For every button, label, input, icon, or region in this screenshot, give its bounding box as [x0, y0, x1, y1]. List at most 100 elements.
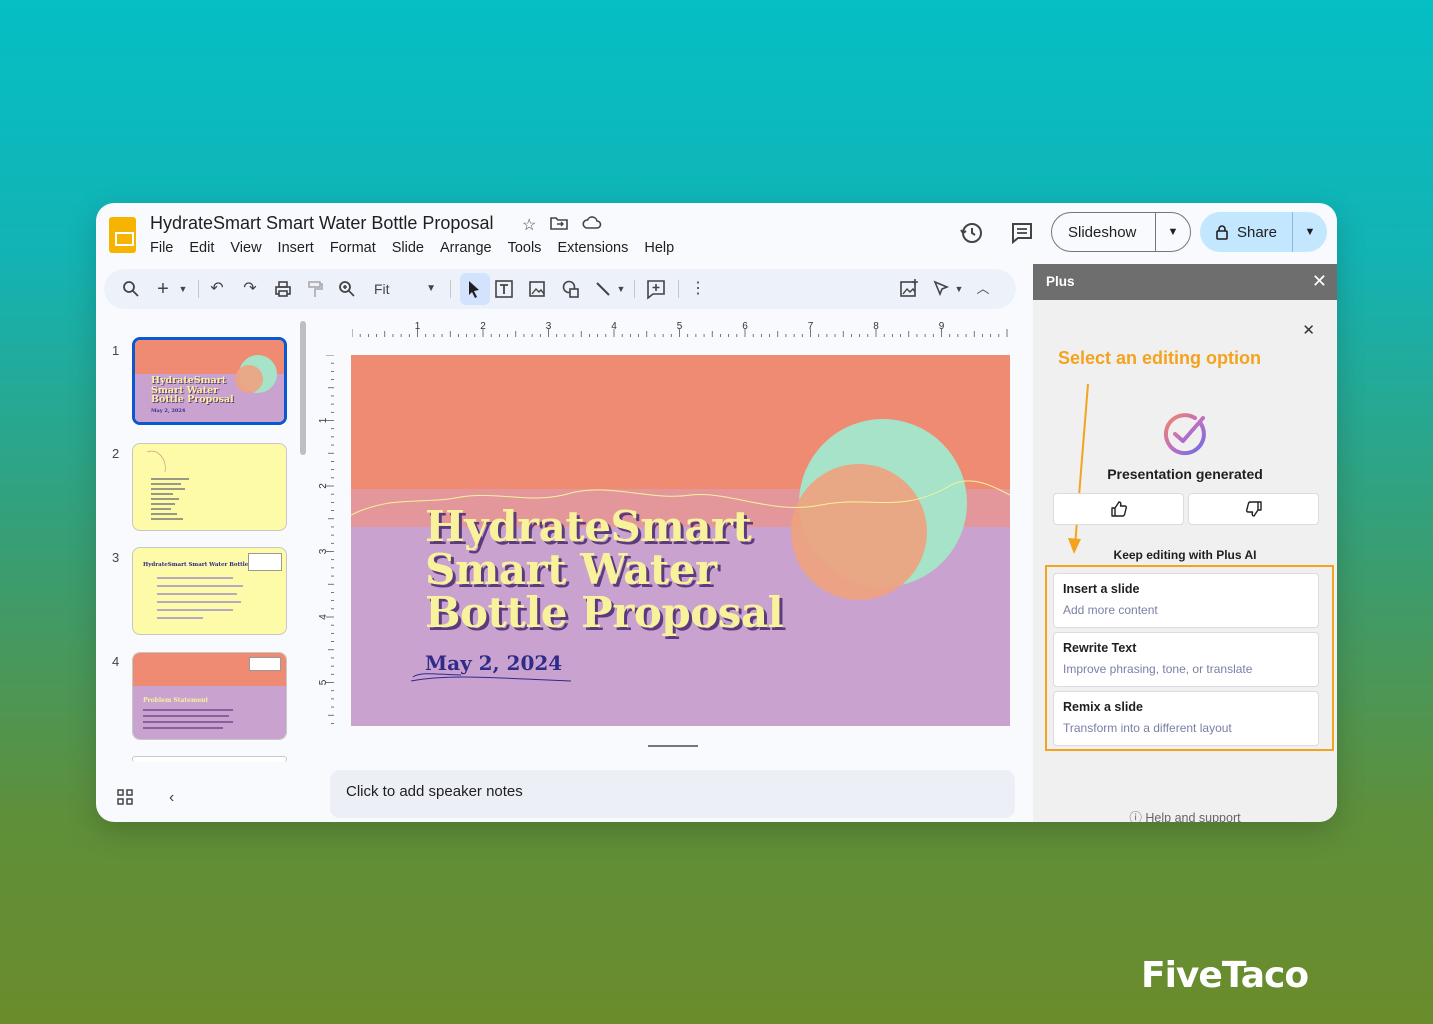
close-panel-icon[interactable]: ✕: [1312, 271, 1327, 292]
menu-help[interactable]: Help: [644, 240, 674, 256]
comments-icon[interactable]: [1009, 220, 1035, 246]
slideshow-dropdown-icon[interactable]: ▼: [1156, 226, 1190, 238]
slides-window: HydrateSmart Smart Water Bottle Proposal…: [96, 203, 1337, 822]
move-folder-icon[interactable]: [550, 215, 569, 231]
pen-dropdown-icon[interactable]: ▼: [954, 277, 964, 301]
menu-extensions[interactable]: Extensions: [557, 240, 628, 256]
slide-number: 2: [112, 446, 120, 461]
panel-title: Plus: [1046, 274, 1075, 289]
brand-logo: FiveTaco: [1141, 955, 1309, 996]
text-box-icon[interactable]: [494, 277, 514, 301]
slide-thumbnail-4[interactable]: Problem Statement: [132, 652, 287, 740]
ruler-label: 7: [808, 321, 814, 332]
undo-icon[interactable]: ↶: [208, 277, 226, 301]
speaker-notes[interactable]: Click to add speaker notes: [330, 770, 1015, 818]
version-history-icon[interactable]: [958, 220, 984, 246]
share-button: Share ▼: [1200, 212, 1327, 252]
menu-arrange[interactable]: Arrange: [440, 240, 492, 256]
cloud-saved-icon[interactable]: [582, 215, 602, 231]
shape-icon[interactable]: [561, 277, 581, 301]
annotation-label: Select an editing option: [1058, 348, 1262, 368]
select-cursor-icon[interactable]: [466, 277, 482, 301]
zoom-select[interactable]: Fit ▼: [366, 275, 442, 303]
collapse-filmstrip-icon[interactable]: ‹: [169, 789, 174, 807]
lock-icon: [1216, 225, 1228, 240]
thumb-body-lines: [143, 709, 233, 729]
search-menus-icon[interactable]: [122, 277, 140, 301]
menu-format[interactable]: Format: [330, 240, 376, 256]
thumb-title: HydrateSmart Smart Water Bottle Proposal: [151, 375, 234, 405]
share-dropdown-icon[interactable]: ▼: [1293, 226, 1327, 238]
slide-date[interactable]: May 2, 2024: [425, 651, 562, 675]
help-link[interactable]: ⓘ Help and support: [1033, 807, 1337, 822]
insert-slide-option[interactable]: Insert a slide Add more content: [1053, 573, 1319, 628]
slide-title[interactable]: HydrateSmart Smart Water Bottle Proposal: [425, 502, 784, 634]
zoom-icon[interactable]: [338, 277, 356, 301]
slide-thumbnail-2[interactable]: [132, 443, 287, 531]
option-subtitle: Add more content: [1063, 603, 1158, 617]
paint-format-icon[interactable]: [307, 277, 323, 301]
vertical-ruler: 1 2 3 4 5: [318, 355, 334, 724]
zoom-dropdown-icon: ▼: [426, 283, 436, 294]
menu-tools[interactable]: Tools: [508, 240, 542, 256]
print-icon[interactable]: [274, 277, 292, 301]
thumb-body-lines: [157, 577, 243, 619]
option-title: Remix a slide: [1063, 700, 1143, 714]
document-title[interactable]: HydrateSmart Smart Water Bottle Proposal: [150, 213, 493, 234]
ruler-label: 8: [873, 321, 879, 332]
horizontal-ruler: 1 2 3 4 5 6 7 8 9: [352, 321, 1008, 337]
ruler-label: 4: [611, 321, 617, 332]
slide-number: 3: [112, 550, 120, 565]
share-main[interactable]: Share: [1200, 212, 1293, 252]
slideshow-label[interactable]: Slideshow: [1052, 213, 1156, 251]
slide-thumbnail-3[interactable]: HydrateSmart Smart Water Bottle: [132, 547, 287, 635]
help-label: Help and support: [1145, 811, 1241, 822]
toolbar-divider: [678, 280, 679, 298]
pen-cursor-icon[interactable]: [932, 277, 950, 301]
line-dropdown-icon[interactable]: ▼: [616, 277, 626, 301]
thumbs-up-button[interactable]: [1053, 493, 1184, 525]
close-icon[interactable]: ✕: [1302, 321, 1315, 339]
option-subtitle: Transform into a different layout: [1063, 721, 1232, 735]
menu-insert[interactable]: Insert: [278, 240, 314, 256]
ruler-label: 5: [677, 321, 683, 332]
plus-ai-panel: Plus ✕ ✕ Select an editing option Presen…: [1033, 264, 1337, 822]
add-comment-icon[interactable]: [646, 277, 666, 301]
slide-thumbnail-5[interactable]: [132, 756, 287, 762]
menu-slide[interactable]: Slide: [392, 240, 424, 256]
help-icon: ⓘ: [1129, 811, 1142, 822]
keep-editing-label: Keep editing with Plus AI: [1113, 548, 1257, 562]
slideshow-button: Slideshow ▼: [1051, 212, 1191, 252]
toolbar-divider: [198, 280, 199, 298]
slide-number: 4: [112, 654, 120, 669]
menu-file[interactable]: File: [150, 240, 173, 256]
menu-view[interactable]: View: [230, 240, 261, 256]
thumbs-down-button[interactable]: [1188, 493, 1319, 525]
more-options-icon[interactable]: ⋮: [690, 277, 706, 301]
slide-canvas[interactable]: HydrateSmart Smart Water Bottle Proposal…: [351, 355, 1010, 726]
ruler-label: 9: [939, 321, 945, 332]
ruler-label: 3: [318, 548, 329, 554]
slides-logo-icon[interactable]: [109, 217, 136, 253]
slide-title-line: HydrateSmart: [425, 502, 752, 551]
remix-slide-option[interactable]: Remix a slide Transform into a different…: [1053, 691, 1319, 746]
toolbar-divider: [634, 280, 635, 298]
filmstrip-scrollbar[interactable]: [300, 321, 306, 455]
grid-view-icon[interactable]: [117, 789, 133, 805]
ruler-label: 5: [318, 679, 329, 685]
new-slide-icon[interactable]: +: [156, 277, 170, 301]
collapse-toolbar-icon[interactable]: ︿: [976, 277, 990, 301]
slide-thumbnail-1[interactable]: HydrateSmart Smart Water Bottle Proposal…: [132, 337, 287, 425]
toolbar-divider: [450, 280, 451, 298]
new-slide-dropdown-icon[interactable]: ▼: [178, 277, 188, 301]
line-icon[interactable]: [594, 277, 612, 301]
share-label: Share: [1236, 223, 1278, 241]
star-icon[interactable]: ☆: [522, 215, 536, 235]
background-image-icon[interactable]: [899, 277, 919, 301]
notes-resize-handle[interactable]: [648, 745, 698, 747]
generated-label: Presentation generated: [1107, 466, 1263, 482]
menu-edit[interactable]: Edit: [189, 240, 214, 256]
rewrite-text-option[interactable]: Rewrite Text Improve phrasing, tone, or …: [1053, 632, 1319, 687]
insert-image-icon[interactable]: [528, 277, 546, 301]
redo-icon[interactable]: ↷: [241, 277, 259, 301]
